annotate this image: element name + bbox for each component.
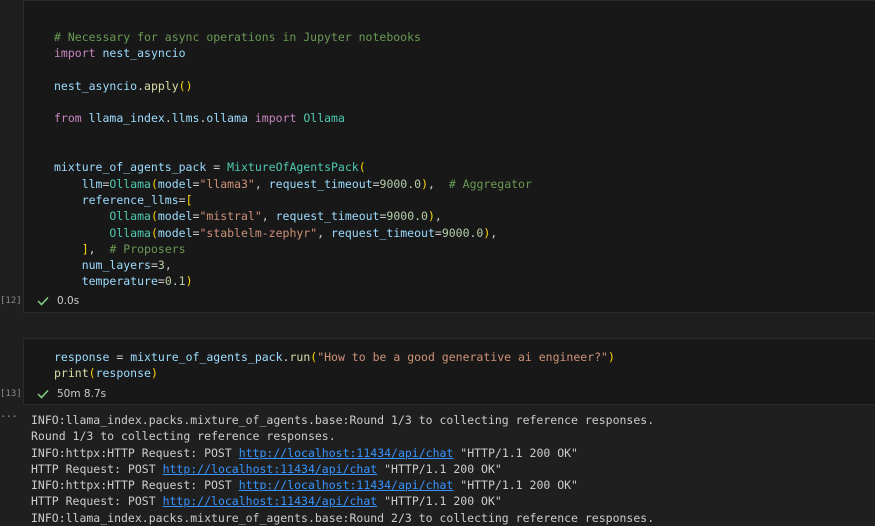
output-link[interactable]: http://localhost:11434/api/chat: [163, 462, 378, 476]
code-line: Ollama(model="stablelm-zephyr", request_…: [109, 225, 498, 240]
output-line: INFO:llama_index.packs.mixture_of_agents…: [31, 413, 655, 427]
cell-status-2: 50m 8.7s: [37, 388, 106, 400]
code-line: print(response): [54, 366, 158, 381]
cell-output: INFO:llama_index.packs.mixture_of_agents…: [31, 412, 654, 526]
code-editor-1[interactable]: # Necessary for async operations in Jupy…: [54, 29, 532, 290]
output-link[interactable]: http://localhost:11434/api/chat: [163, 494, 378, 508]
code-line: # Necessary for async operations in Jupy…: [54, 30, 421, 44]
code-line: llm=Ollama(model="llama3", request_timeo…: [81, 176, 532, 191]
code-line: nest_asyncio.apply(): [54, 78, 193, 93]
execution-count-1: [12]: [0, 296, 22, 306]
ellipsis-icon[interactable]: ···: [0, 410, 18, 423]
code-line: Ollama(model="mistral", request_timeout=…: [109, 209, 442, 224]
code-editor-2[interactable]: response = mixture_of_agents_pack.run("H…: [54, 349, 615, 382]
code-cell-1[interactable]: # Necessary for async operations in Jupy…: [23, 0, 875, 313]
execution-time-1: 0.0s: [57, 295, 80, 307]
code-line: from llama_index.llms.ollama import Olla…: [54, 111, 345, 126]
execution-count-2: [13]: [0, 389, 22, 399]
execution-time-2: 50m 8.7s: [57, 388, 107, 400]
code-cell-2[interactable]: response = mixture_of_agents_pack.run("H…: [23, 338, 875, 405]
code-line: ], # Proposers: [81, 241, 186, 256]
output-line: INFO:llama_index.packs.mixture_of_agents…: [31, 510, 655, 525]
output-line: INFO:httpx:HTTP Request: POST http://loc…: [31, 478, 578, 493]
code-line: response = mixture_of_agents_pack.run("H…: [54, 350, 615, 364]
output-link[interactable]: http://localhost:11434/api/chat: [239, 446, 454, 460]
code-line: num_layers=3,: [81, 258, 172, 273]
output-link[interactable]: http://localhost:11434/api/chat: [239, 478, 454, 492]
check-icon: [37, 296, 49, 306]
cell-status-1: 0.0s: [37, 295, 79, 307]
code-line: mixture_of_agents_pack = MixtureOfAgents…: [54, 160, 366, 175]
check-icon: [37, 389, 49, 399]
output-line: HTTP Request: POST http://localhost:1143…: [31, 461, 502, 476]
code-line: import nest_asyncio: [54, 46, 186, 61]
code-line: temperature=0.1): [81, 274, 193, 289]
output-line: Round 1/3 to collecting reference respon…: [31, 429, 336, 444]
output-line: INFO:httpx:HTTP Request: POST http://loc…: [31, 445, 578, 460]
output-line: HTTP Request: POST http://localhost:1143…: [31, 494, 502, 509]
code-line: reference_llms=[: [81, 192, 193, 207]
